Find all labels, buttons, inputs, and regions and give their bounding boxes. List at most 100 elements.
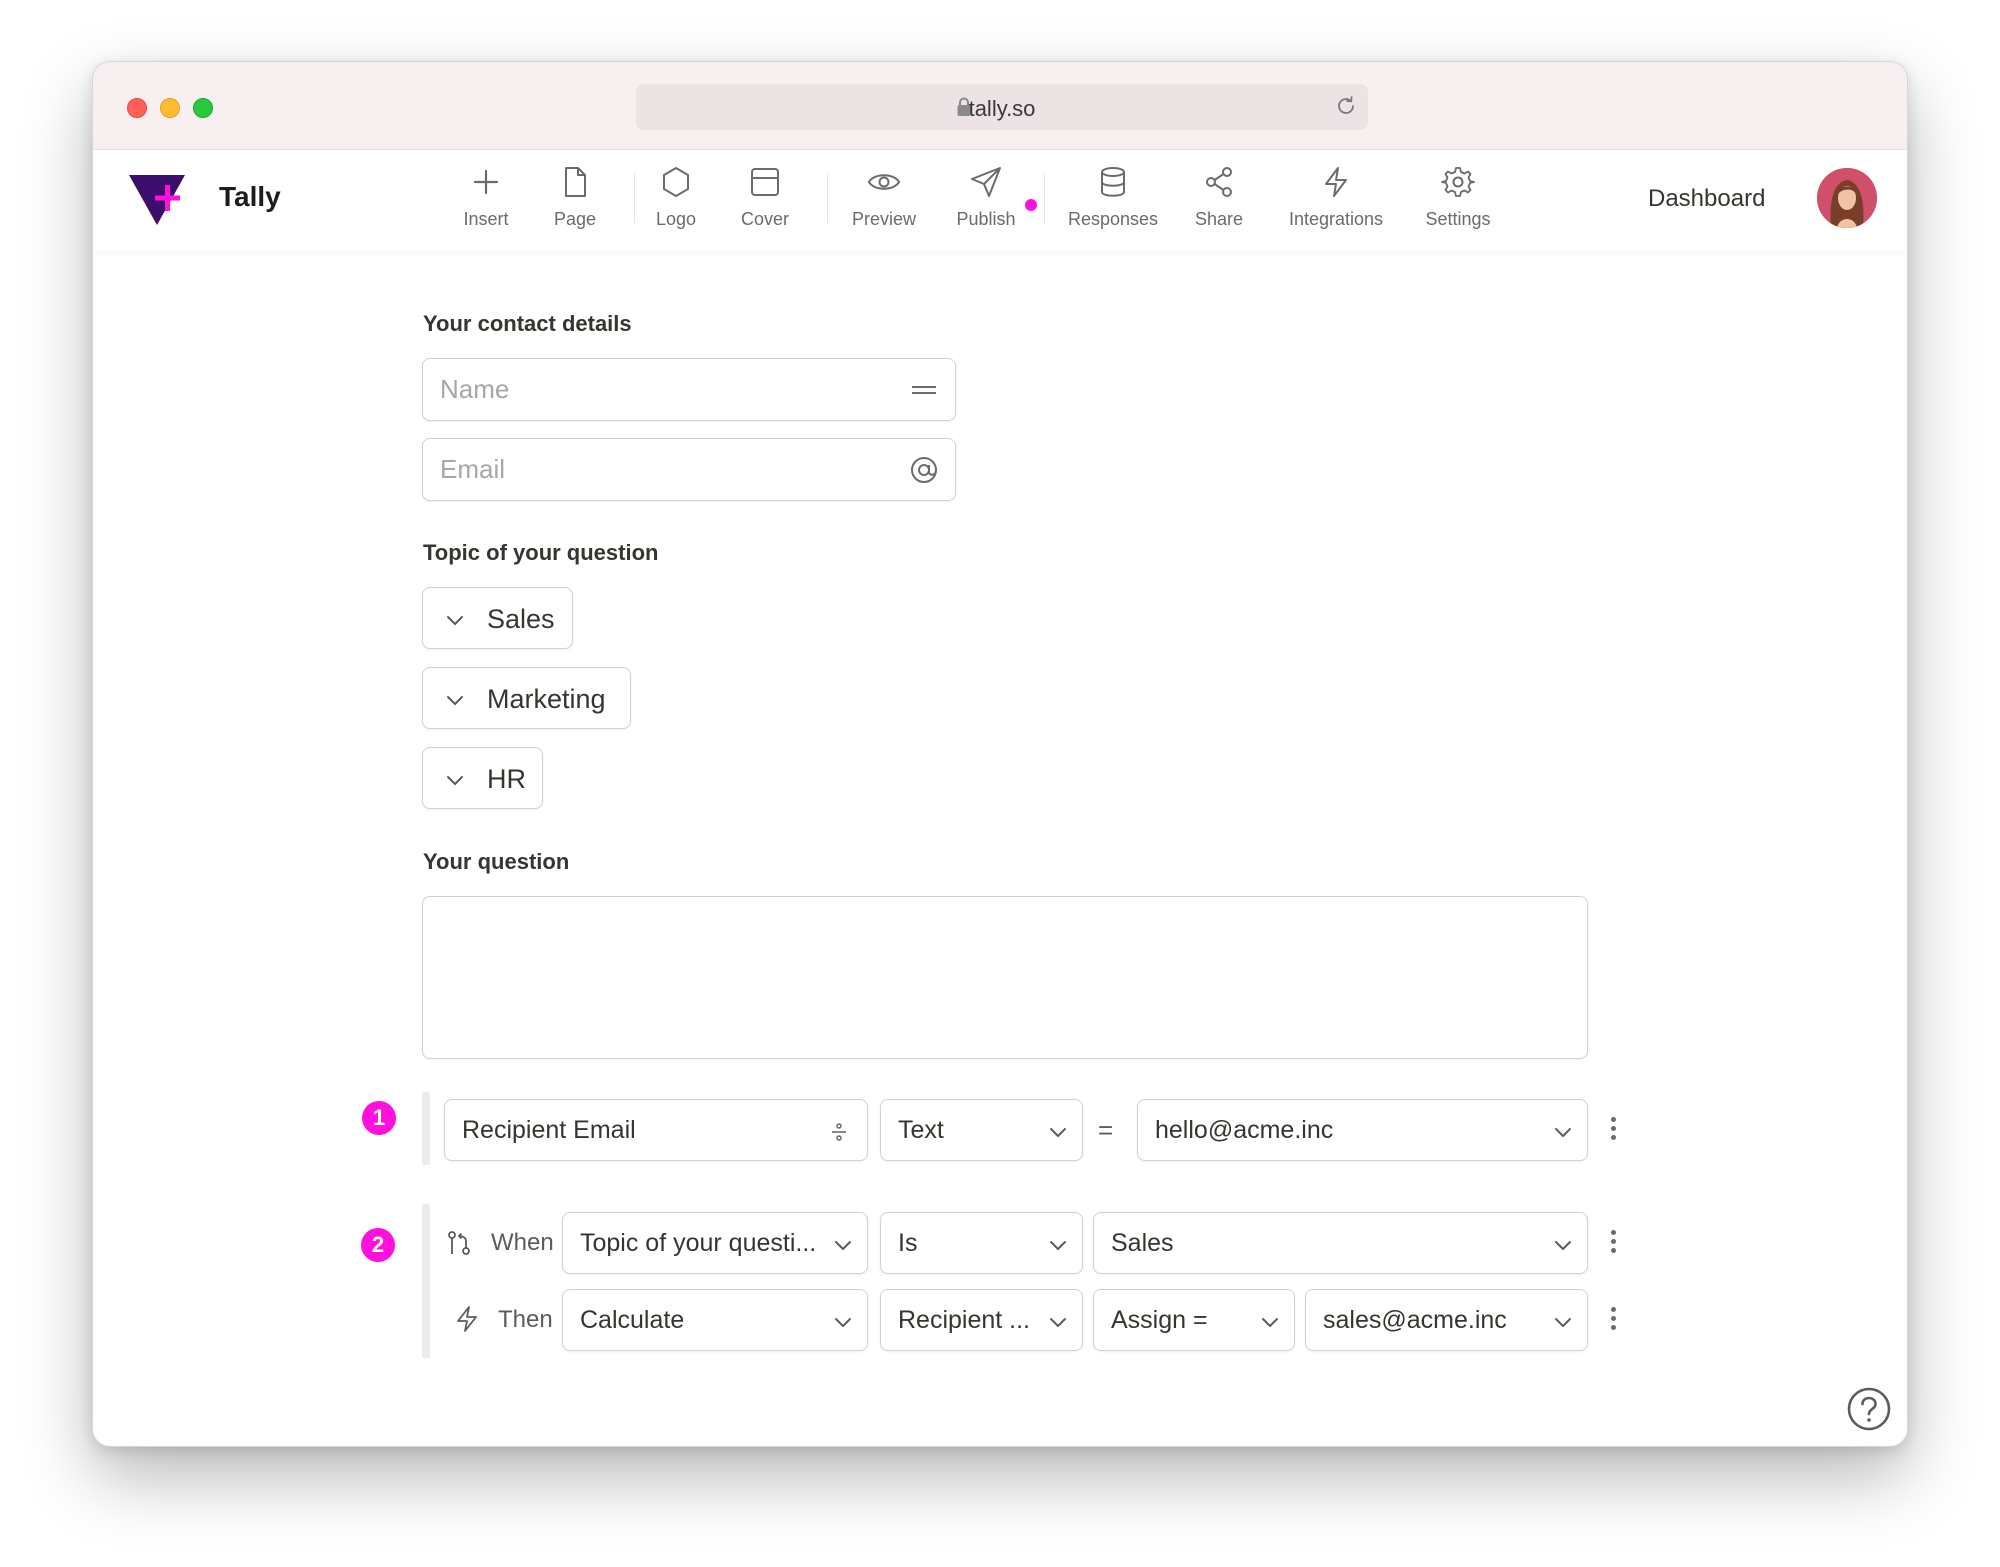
insert-button[interactable]: Insert bbox=[453, 165, 519, 239]
reload-icon[interactable] bbox=[1334, 94, 1358, 118]
assign-operator-select[interactable]: Assign = bbox=[1093, 1289, 1295, 1351]
responses-button[interactable]: Responses bbox=[1065, 165, 1161, 239]
settings-label: Settings bbox=[1425, 209, 1491, 229]
hexagon-icon bbox=[663, 167, 689, 197]
toolbar-divider bbox=[1044, 173, 1045, 223]
cover-button[interactable]: Cover bbox=[736, 165, 794, 239]
condition-value-select[interactable]: Sales bbox=[1093, 1212, 1588, 1274]
integrations-label: Integrations bbox=[1288, 209, 1384, 229]
action-value: Calculate bbox=[580, 1306, 685, 1334]
publish-notification-dot bbox=[1025, 199, 1037, 211]
dashboard-link[interactable]: Dashboard bbox=[1648, 185, 1765, 213]
preview-label: Preview bbox=[851, 209, 917, 229]
browser-window: tally.so Tally Insert Page Logo Cover Pr… bbox=[92, 61, 1908, 1447]
database-icon bbox=[1101, 167, 1125, 197]
publish-label: Publish bbox=[956, 209, 1016, 229]
tally-logo[interactable] bbox=[127, 171, 189, 227]
toolbar-divider bbox=[827, 173, 828, 223]
field-value: hello@acme.inc bbox=[1155, 1116, 1334, 1144]
user-avatar[interactable] bbox=[1817, 168, 1877, 228]
logo-label: Logo bbox=[655, 209, 697, 229]
chevron-down-icon bbox=[1555, 1318, 1571, 1327]
help-icon[interactable] bbox=[1846, 1386, 1892, 1432]
field-type-value: Text bbox=[898, 1116, 944, 1144]
email-input[interactable]: Email bbox=[422, 438, 956, 501]
brand-name: Tally bbox=[219, 181, 281, 212]
hidden-field-name-input[interactable]: Recipient Email bbox=[444, 1099, 868, 1161]
divide-icon bbox=[832, 1123, 846, 1141]
eye-icon bbox=[868, 174, 900, 190]
when-label: When bbox=[491, 1229, 554, 1256]
cover-label: Cover bbox=[740, 209, 789, 229]
short-text-icon bbox=[912, 386, 936, 394]
cover-icon bbox=[751, 168, 779, 196]
name-placeholder: Name bbox=[440, 374, 510, 404]
rule-2-condition-more-button[interactable] bbox=[1607, 1230, 1619, 1260]
action-target-select[interactable]: Recipient ... bbox=[880, 1289, 1083, 1351]
chevron-down-icon bbox=[1050, 1241, 1066, 1250]
insert-label: Insert bbox=[463, 209, 509, 229]
condition-field-value: Topic of your questi... bbox=[580, 1229, 817, 1257]
address-bar[interactable]: tally.so bbox=[636, 84, 1368, 130]
rule-2-action-more-button[interactable] bbox=[1607, 1307, 1619, 1337]
responses-label: Responses bbox=[1067, 209, 1159, 229]
assign-operator-value: Assign = bbox=[1111, 1306, 1208, 1334]
contact-details-heading: Your contact details bbox=[423, 311, 632, 336]
name-input[interactable]: Name bbox=[422, 358, 956, 421]
condition-operator-select[interactable]: Is bbox=[880, 1212, 1083, 1274]
field-value-select[interactable]: hello@acme.inc bbox=[1137, 1099, 1588, 1161]
at-sign-icon bbox=[911, 457, 937, 483]
chevron-down-icon bbox=[447, 776, 463, 785]
url-text: tally.so bbox=[968, 96, 1036, 121]
chevron-down-icon bbox=[835, 1241, 851, 1250]
rule-1-more-button[interactable] bbox=[1607, 1117, 1619, 1147]
rule-indicator-bar bbox=[422, 1092, 430, 1165]
minimize-window-button[interactable] bbox=[160, 98, 180, 118]
condition-value: Sales bbox=[1111, 1229, 1174, 1257]
publish-button[interactable]: Publish bbox=[953, 165, 1019, 239]
chevron-down-icon bbox=[447, 696, 463, 705]
page-label: Page bbox=[553, 209, 597, 229]
assign-value-select[interactable]: sales@acme.inc bbox=[1305, 1289, 1588, 1351]
chevron-down-icon bbox=[1050, 1318, 1066, 1327]
topic-heading: Topic of your question bbox=[423, 540, 659, 565]
field-type-select[interactable]: Text bbox=[880, 1099, 1083, 1161]
then-label: Then bbox=[498, 1306, 553, 1333]
topic-option-label: Sales bbox=[487, 604, 555, 634]
condition-field-select[interactable]: Topic of your questi... bbox=[562, 1212, 868, 1274]
your-question-heading: Your question bbox=[423, 849, 570, 874]
chevron-down-icon bbox=[447, 616, 463, 625]
action-select[interactable]: Calculate bbox=[562, 1289, 868, 1351]
settings-button[interactable]: Settings bbox=[1418, 165, 1498, 239]
rule-indicator-bar bbox=[422, 1204, 430, 1358]
share-button[interactable]: Share bbox=[1191, 165, 1247, 239]
logo-button[interactable]: Logo bbox=[648, 165, 704, 239]
integrations-button[interactable]: Integrations bbox=[1281, 165, 1391, 239]
plus-icon bbox=[473, 169, 499, 195]
action-target-value: Recipient ... bbox=[898, 1306, 1031, 1334]
topic-option-label: Marketing bbox=[487, 684, 606, 714]
chevron-down-icon bbox=[1262, 1318, 1278, 1327]
rule-number-badge: 2 bbox=[361, 1228, 395, 1262]
browser-titlebar: tally.so bbox=[93, 62, 1907, 150]
chevron-down-icon bbox=[1050, 1128, 1066, 1137]
app-toolbar: Tally Insert Page Logo Cover Preview Pub… bbox=[93, 151, 1907, 251]
chevron-down-icon bbox=[1555, 1241, 1571, 1250]
question-textarea[interactable] bbox=[422, 896, 1588, 1059]
equals-sign: = bbox=[1098, 1115, 1114, 1145]
topic-option-hr[interactable]: HR bbox=[422, 747, 543, 809]
page-icon bbox=[565, 167, 586, 197]
send-icon bbox=[971, 167, 1001, 197]
zoom-window-button[interactable] bbox=[193, 98, 213, 118]
topic-option-sales[interactable]: Sales bbox=[422, 587, 573, 649]
assign-value: sales@acme.inc bbox=[1323, 1306, 1507, 1334]
topic-option-label: HR bbox=[487, 764, 526, 794]
chevron-down-icon bbox=[835, 1318, 851, 1327]
toolbar-divider bbox=[634, 173, 635, 223]
email-placeholder: Email bbox=[440, 454, 506, 484]
preview-button[interactable]: Preview bbox=[848, 165, 920, 239]
page-button[interactable]: Page bbox=[547, 165, 603, 239]
share-icon bbox=[1206, 167, 1232, 197]
close-window-button[interactable] bbox=[127, 98, 147, 118]
topic-option-marketing[interactable]: Marketing bbox=[422, 667, 631, 729]
